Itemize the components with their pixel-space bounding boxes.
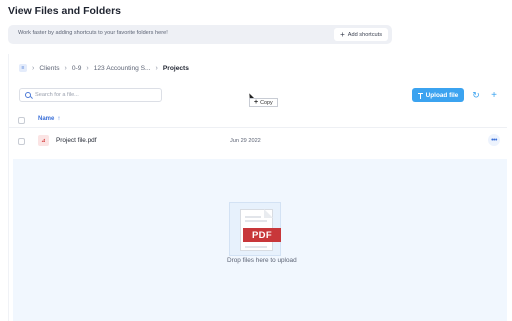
home-folder-icon[interactable]: ≡ [19,64,27,72]
file-browser-panel: ≡ › Clients › 0-9 › 123 Accounting S... … [8,54,507,321]
page-title: View Files and Folders [8,5,122,17]
select-all-checkbox[interactable] [18,117,25,124]
plus-icon: + [340,29,345,39]
breadcrumb-item-clients[interactable]: Clients [39,65,59,72]
document-icon: PDF [240,209,281,251]
search-box[interactable] [19,88,162,102]
breadcrumb-item-projects: Projects [162,64,189,72]
add-icon[interactable]: + [488,89,500,101]
drop-zone[interactable]: Drop files here to upload PDF [13,159,507,321]
name-column-label: Name [38,116,55,122]
plus-icon: + [254,99,259,106]
copy-tooltip: + Copy [249,98,278,107]
upload-icon [417,92,423,99]
chevron-right-icon: › [64,64,67,72]
search-input[interactable] [35,92,155,98]
upload-file-button[interactable]: Upload file [412,88,464,102]
drop-files-text: Drop files here to upload [227,257,297,264]
chevron-right-icon: › [86,64,89,72]
upload-file-label: Upload file [425,91,459,99]
refresh-icon[interactable]: ↻ [470,89,482,101]
sort-ascending-icon: ↑ [57,116,61,122]
add-shortcuts-button[interactable]: + Add shortcuts [334,28,388,41]
breadcrumb-item-123-accounting[interactable]: 123 Accounting S... [94,65,151,72]
file-name[interactable]: Project file.pdf [56,137,97,144]
add-shortcuts-label: Add shortcuts [347,31,382,38]
table-row[interactable]: ⊿ Project file.pdf Jun 29 2022 ••• [9,132,507,150]
breadcrumb: ≡ › Clients › 0-9 › 123 Accounting S... … [19,64,189,72]
name-column-header[interactable]: Name ↑ [38,116,60,122]
search-icon [25,92,31,98]
pdf-icon: ⊿ [38,135,49,146]
chevron-right-icon: › [155,64,158,72]
table-header: Name ↑ [9,112,507,128]
chevron-right-icon: › [32,64,35,72]
row-checkbox[interactable] [18,138,25,145]
dragged-file-preview: PDF [229,202,281,256]
shortcut-hint: Work faster by adding shortcuts to your … [18,30,168,36]
pdf-badge: PDF [243,228,281,242]
shortcut-bar: Work faster by adding shortcuts to your … [8,25,392,44]
more-options-icon[interactable]: ••• [488,134,500,146]
copy-label: Copy [260,99,273,106]
breadcrumb-item-0-9[interactable]: 0-9 [72,65,82,72]
file-date: Jun 29 2022 [230,138,261,144]
